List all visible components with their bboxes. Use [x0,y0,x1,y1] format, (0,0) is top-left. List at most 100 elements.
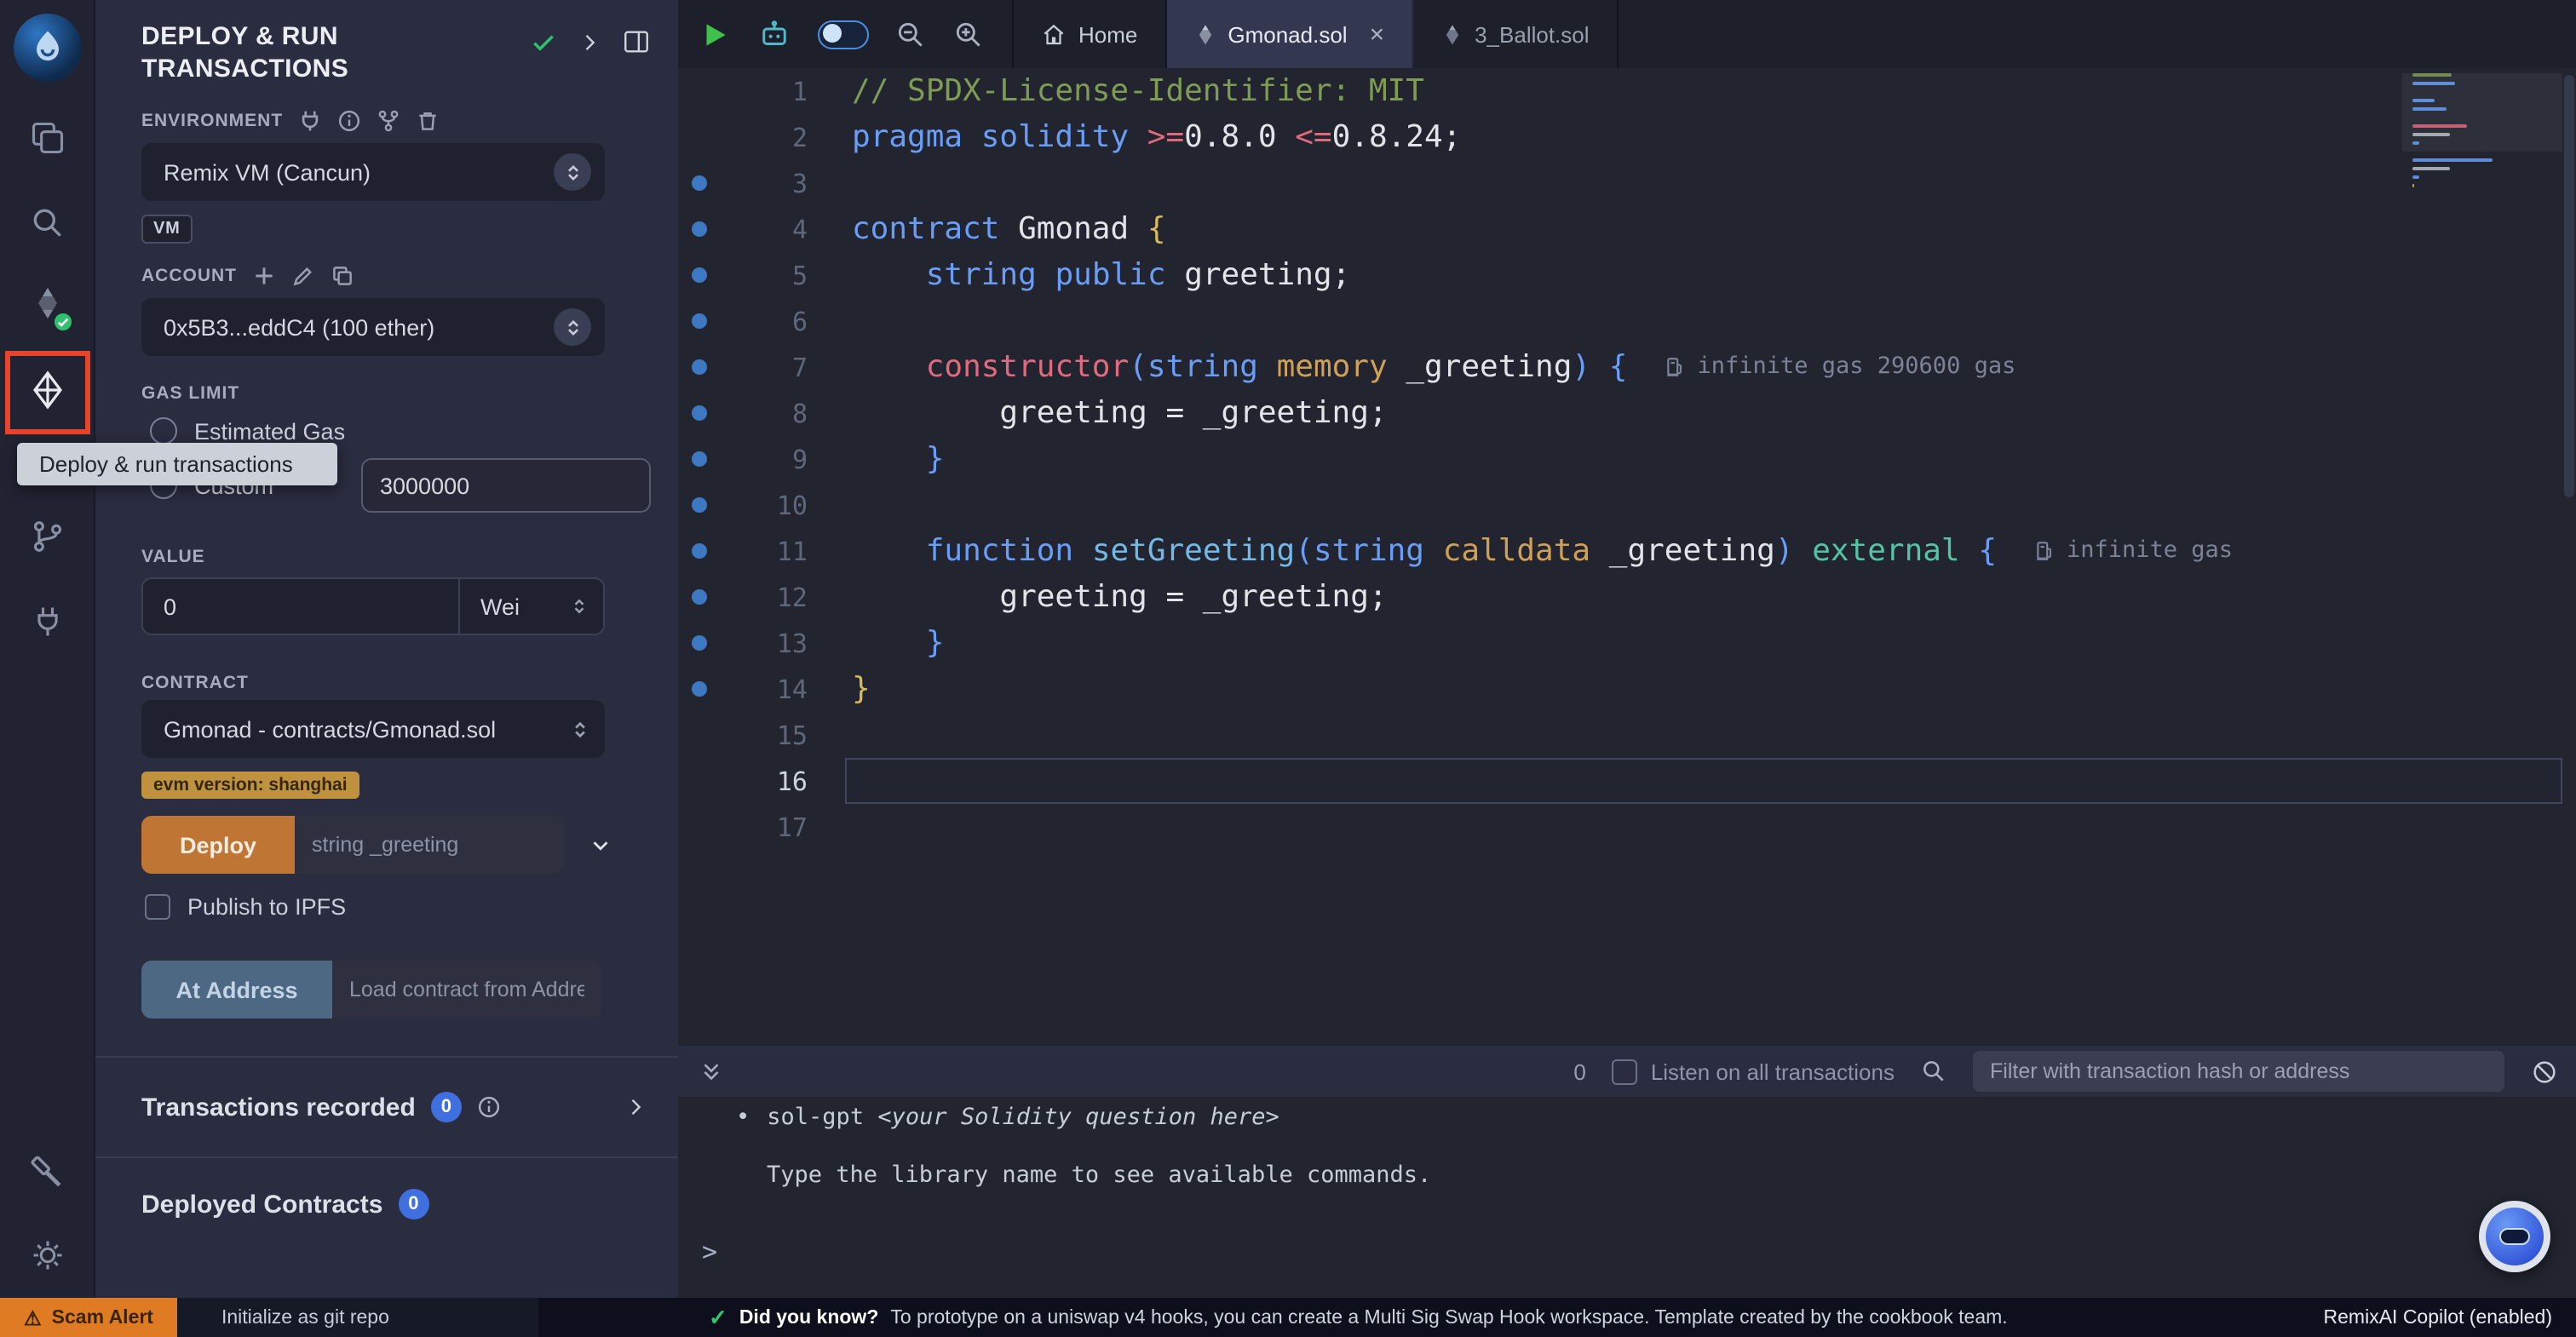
transactions-expand-chevron-icon[interactable] [624,1095,647,1119]
code-line[interactable]: pragma solidity >=0.8.0 <=0.8.24; [678,114,2576,160]
editor-tabstrip: Home Gmonad.sol × 3_Ballot.sol [678,0,2576,68]
ai-robot-icon[interactable] [756,16,792,52]
code-line[interactable]: } [678,666,2576,712]
gas-pump-icon [2034,540,2056,562]
init-git-repo-button[interactable]: Initialize as git repo [177,1298,538,1337]
contract-select[interactable]: Gmonad - contracts/Gmonad.sol [141,700,605,758]
solidity-compiler-icon[interactable] [26,286,67,327]
transactions-recorded-row[interactable]: Transactions recorded 0 [95,1058,678,1156]
account-copy-icon[interactable] [331,264,354,288]
git-branch-icon[interactable] [28,518,66,555]
tab-home[interactable]: Home [1012,0,1166,68]
vm-badge: VM [141,215,193,244]
env-plug-icon[interactable] [298,109,322,133]
code-line[interactable] [678,804,2576,850]
code-line[interactable] [678,482,2576,528]
ai-assistant-face-icon [2499,1228,2530,1245]
remix-ai-chat-button[interactable] [2479,1201,2550,1272]
code-line[interactable]: // SPDX-License-Identifier: MIT [678,68,2576,114]
deploy-expand-chevron-icon[interactable] [588,832,613,858]
terminal-prompt[interactable]: > [702,1237,717,1267]
gas-estimate-annotation: infinite gas [2034,528,2233,574]
account-label: ACCOUNT [141,266,237,286]
code-line[interactable]: function setGreeting(string calldata _gr… [678,528,2576,574]
did-you-know-tip[interactable]: ✓ Did you know? To prototype on a uniswa… [709,1298,2008,1337]
deployed-contracts-row[interactable]: Deployed Contracts 0 [95,1158,678,1250]
remix-logo-glyph [26,26,70,70]
settings-gear-icon[interactable] [28,1237,66,1274]
value-label: VALUE [141,547,205,567]
clear-console-icon[interactable] [2530,1057,2559,1086]
code-line[interactable]: } [678,436,2576,482]
remix-logo[interactable] [14,14,82,82]
terminal-line: Type the library name to see available c… [767,1162,1431,1189]
gas-custom-input[interactable] [361,458,651,513]
code-line[interactable] [678,712,2576,758]
env-delete-icon[interactable] [416,109,440,133]
unit-updown-icon [569,596,589,617]
panel-layout-icon[interactable] [622,27,651,56]
code-line[interactable]: greeting = _greeting; [678,390,2576,436]
scam-alert-button[interactable]: ⚠ Scam Alert [0,1298,177,1337]
remix-ide-window: Deploy & run transactions DEPLOY & RUN T… [0,0,2576,1337]
editor-area: Home Gmonad.sol × 3_Ballot.sol 123456789… [678,0,2576,1046]
contract-updown-icon [569,718,591,740]
status-bar: ⚠ Scam Alert Initialize as git repo ✓ Di… [0,1298,2576,1337]
tab-ballot-sol[interactable]: 3_Ballot.sol [1413,0,1618,68]
listen-all-label: Listen on all transactions [1651,1059,1895,1084]
deployed-contracts-label: Deployed Contracts [141,1190,382,1219]
publish-ipfs-checkbox[interactable] [145,894,170,920]
terminal-search-icon[interactable] [1920,1058,1947,1085]
editor-scrollbar[interactable] [2564,75,2574,497]
listen-all-row[interactable]: Listen on all transactions [1612,1059,1895,1084]
gas-estimated-row[interactable]: Estimated Gas [95,417,678,445]
environment-label: ENVIRONMENT [141,111,283,131]
deployed-count-badge: 0 [398,1189,428,1219]
env-fork-icon[interactable] [377,109,400,133]
code-line[interactable]: string public greeting; [678,252,2576,298]
code-line[interactable]: constructor(string memory _greeting) {in… [678,344,2576,390]
account-add-icon[interactable] [252,264,276,288]
compile-success-badge [50,310,74,334]
account-select[interactable]: 0x5B3...eddC4 (100 ether) [141,298,605,356]
value-unit-select[interactable]: Wei [458,577,605,635]
deploy-run-icon[interactable] [26,370,67,410]
copilot-toggle[interactable] [818,20,869,49]
tab-gmonad-sol[interactable]: Gmonad.sol × [1166,0,1413,68]
copilot-status[interactable]: RemixAI Copilot (enabled) [2324,1298,2576,1337]
code-editor[interactable]: 1234567891011121314151617 // SPDX-Licens… [678,68,2576,1046]
transactions-info-icon[interactable] [477,1095,501,1119]
panel-title: DEPLOY & RUN TRANSACTIONS [141,20,445,85]
plugin-manager-icon[interactable] [28,603,66,640]
at-address-input[interactable] [332,961,601,1019]
terminal-filter-input[interactable] [1973,1051,2504,1092]
file-explorer-icon[interactable] [28,119,66,157]
gas-estimated-radio[interactable] [150,417,177,445]
deploy-param-input[interactable] [295,816,564,874]
deploy-button[interactable]: Deploy [141,816,295,874]
environment-select[interactable]: Remix VM (Cancun) [141,143,605,201]
editor-minimap[interactable] [2409,73,2556,291]
terminal-expand-icon[interactable] [699,1059,724,1084]
build-hammer-icon[interactable] [28,1155,66,1192]
terminal-output[interactable]: •sol-gpt <your Solidity question here> T… [678,1097,2576,1298]
code-line[interactable] [678,160,2576,206]
at-address-button[interactable]: At Address [141,961,332,1019]
account-sign-icon[interactable] [291,264,315,288]
zoom-out-icon[interactable] [894,18,927,50]
run-script-play-icon[interactable] [699,18,731,50]
panel-collapse-chevron-icon[interactable] [578,30,601,54]
listen-all-checkbox[interactable] [1612,1059,1637,1084]
value-input[interactable] [141,577,458,635]
zoom-in-icon[interactable] [952,18,985,50]
tab-close-icon[interactable]: × [1370,21,1385,47]
code-line[interactable]: greeting = _greeting; [678,574,2576,620]
search-icon[interactable] [28,204,66,242]
code-line[interactable]: } [678,620,2576,666]
code-line[interactable]: contract Gmonad { [678,206,2576,252]
env-info-icon[interactable] [337,109,361,133]
code-line[interactable] [678,298,2576,344]
panel-check-icon [530,28,557,55]
code-line[interactable] [678,758,2576,804]
gas-estimate-annotation: infinite gas 290600 gas [1665,344,2015,390]
